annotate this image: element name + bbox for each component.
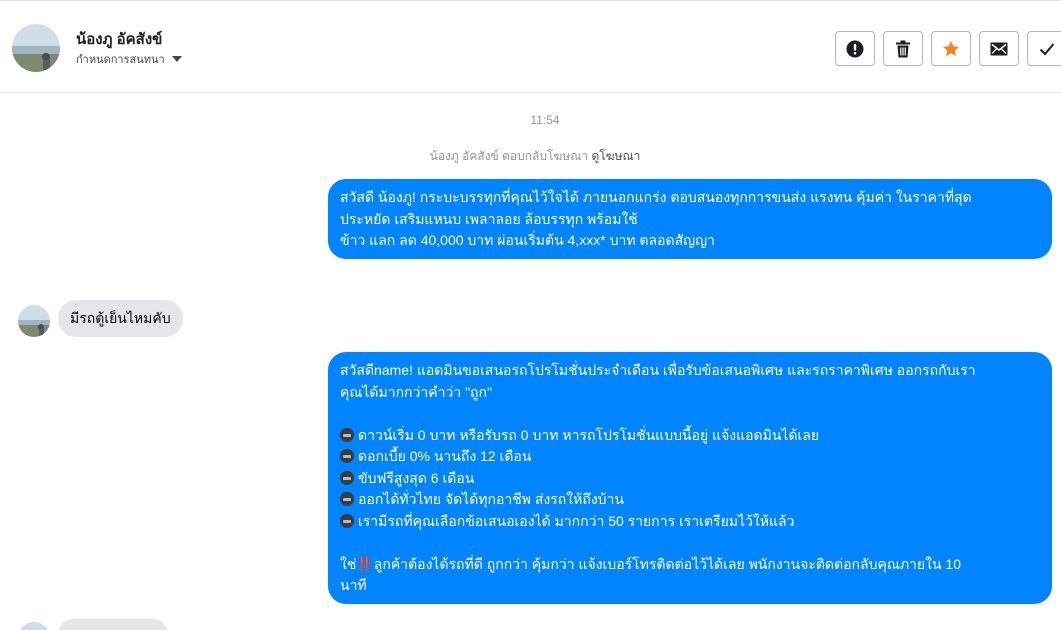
ad-reply-note: น้องภู อัคสังข์ ตอบกลับโฆษณา ดูโฆษณา [0, 147, 1061, 166]
closing-line: ใช่‼️ลูกค้าต้องได้รถที่ดี ถูกกว่า คุ้มกว… [340, 555, 961, 572]
alert-icon [846, 40, 864, 57]
closing-line: นาที [340, 577, 367, 593]
bullet-line: ขับฟรีสูงสุด 6 เดือน [340, 468, 1040, 490]
envelope-icon [990, 42, 1008, 55]
mark-unread-button[interactable] [979, 31, 1019, 66]
assign-label: กำหนดการสนทนา [76, 54, 165, 66]
bullet-line: ดาวน์เริ่ม 0 บาท หรือรับรถ 0 บาท หารถโปร… [340, 425, 1040, 447]
car-emoji-icon [340, 449, 354, 463]
message-line: ประหยัด เสริมแหนบ เพลาลอย ล้อบรรทุก พร้อ… [340, 210, 638, 227]
message-timestamp: 11:54 [530, 113, 560, 127]
trash-icon [896, 40, 910, 57]
conversation-header: น้องภู อัคสังข์ กำหนดการสนทนา [0, 5, 1061, 93]
incoming-message[interactable] [58, 619, 168, 630]
contact-name[interactable]: น้องภู อัคสังข์ [76, 27, 162, 51]
contact-avatar-small[interactable] [18, 622, 50, 630]
message-line: ข้าว แลก ลด 40,000 บาท ผ่อนเริ่มต้น 4,xx… [340, 232, 715, 248]
bullet-line: เรามีรถที่คุณเลือกข้อเสนอเองได้ มากกว่า … [340, 511, 1040, 533]
message-line: สวัสดีname! แอดมินขอเสนอรถโปรโมชั่นประจำ… [340, 362, 976, 378]
outgoing-message[interactable]: สวัสดีname! แอดมินขอเสนอรถโปรโมชั่นประจำ… [328, 352, 1052, 604]
chevron-down-icon [171, 56, 182, 62]
ad-reply-text: น้องภู อัคสังข์ ตอบกลับโฆษณา [429, 149, 589, 163]
car-emoji-icon [340, 427, 354, 442]
message-line: สวัสดี น้องภู! กระบะบรรทุกที่คุณไว้ใจได้… [340, 189, 972, 205]
mark-done-button[interactable] [1027, 31, 1061, 66]
view-ad-link[interactable]: ดูโฆษณา [591, 149, 640, 163]
checkmark-icon [1039, 42, 1055, 55]
star-icon [943, 40, 959, 56]
contact-avatar-small[interactable] [18, 305, 50, 337]
conversation-actions [835, 31, 1061, 66]
message-line: คุณได้มากกว่าคำว่า "ถูก" [340, 383, 492, 400]
assign-conversation-dropdown[interactable]: กำหนดการสนทนา [76, 50, 182, 68]
outgoing-message[interactable]: สวัสดี น้องภู! กระบะบรรทุกที่คุณไว้ใจได้… [328, 179, 1052, 259]
star-button[interactable] [931, 31, 971, 66]
double-exclamation-icon: ‼️ [356, 555, 374, 572]
bullet-line: ออกได้ทั่วไทย จัดได้ทุกอาชีพ ส่งรถให้ถึง… [340, 489, 1040, 511]
car-emoji-icon [340, 470, 354, 485]
contact-avatar[interactable] [12, 24, 60, 72]
mark-spam-button[interactable] [835, 31, 875, 66]
delete-button[interactable] [883, 31, 923, 66]
incoming-message[interactable]: มีรถตู้เย็นไหมคับ [58, 300, 183, 337]
car-emoji-icon [340, 513, 354, 528]
car-emoji-icon [340, 492, 354, 506]
bullet-line: ดอกเบี้ย 0% นานถึง 12 เดือน [340, 446, 1040, 468]
